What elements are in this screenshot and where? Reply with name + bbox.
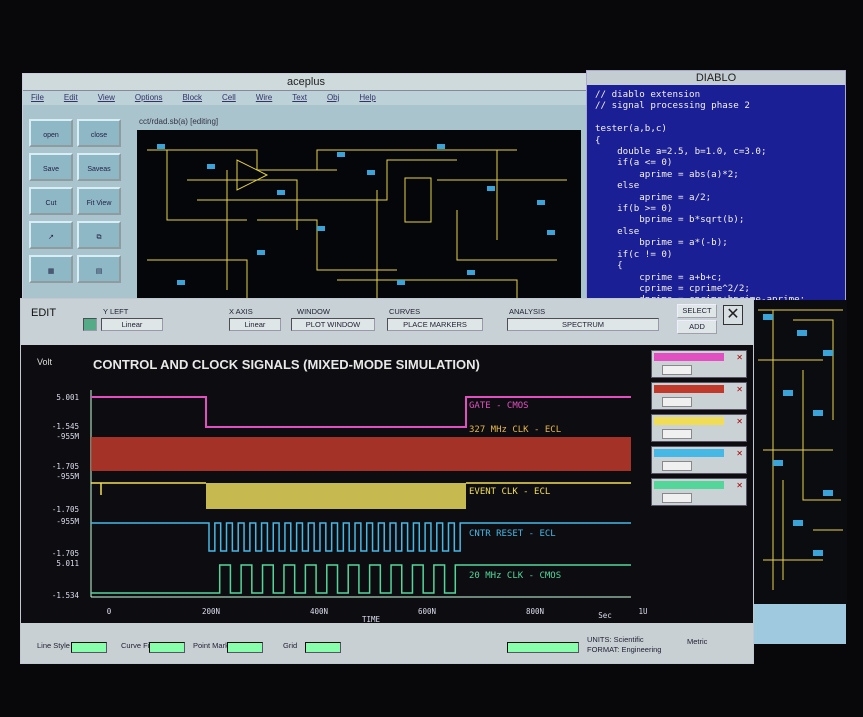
legend-item[interactable]: ✕	[651, 350, 747, 378]
menu-view[interactable]: View	[98, 91, 115, 105]
metric-label[interactable]: Metric	[687, 637, 707, 646]
x-tick: 200N	[201, 607, 221, 616]
arrow-tool-button[interactable]: ↗	[29, 221, 73, 249]
curves-label: CURVES	[389, 307, 421, 316]
close-icon[interactable]: ✕	[736, 449, 743, 458]
clk327-label: 327 MHz CLK - ECL	[469, 425, 562, 435]
close-icon[interactable]: ✕	[736, 353, 743, 362]
y-left-label: Y LEFT	[103, 307, 129, 316]
legend-value-box[interactable]	[662, 397, 692, 407]
legend-item[interactable]: ✕	[651, 414, 747, 442]
aceplus-toolbox: open close Save Saveas Cut Fit View ↗ ⧉ ▦ ▤	[27, 116, 131, 286]
menu-block[interactable]: Block	[182, 91, 202, 105]
diablo-window: DIABLO // diablo extension // signal pro…	[586, 70, 846, 305]
gate-waveform	[91, 396, 631, 428]
place-markers-button[interactable]: PLACE MARKERS	[387, 318, 483, 331]
copy-tool-button[interactable]: ⧉	[77, 221, 121, 249]
grid-label: Grid	[283, 641, 298, 650]
schematic-canvas[interactable]	[137, 130, 581, 310]
cntr-reset-label: CNTR RESET - ECL	[469, 529, 556, 539]
plot-toolbar: EDIT Y LEFT Linear X AXIS Linear WINDOW …	[21, 299, 753, 345]
line-style-label: Line Style	[37, 641, 70, 650]
menu-wire[interactable]: Wire	[256, 91, 272, 105]
event-waveform	[91, 482, 206, 495]
legend-value-box[interactable]	[662, 493, 692, 503]
analysis-label: ANALYSIS	[509, 307, 546, 316]
legend-item[interactable]: ✕	[651, 382, 747, 410]
y-left-select[interactable]: Linear	[101, 318, 163, 331]
curve-fit-swatch[interactable]	[149, 642, 185, 653]
code-editor[interactable]: // diablo extension // signal processing…	[587, 85, 845, 310]
line-style-swatch[interactable]	[71, 642, 107, 653]
edit-icon[interactable]	[83, 318, 97, 331]
file-path: cct/rdad.sb(a) [editing]	[139, 117, 219, 126]
x-tick: 400N	[309, 607, 329, 616]
schematic-drawing	[147, 144, 567, 300]
menu-file[interactable]: File	[31, 91, 44, 105]
delete-tool-button[interactable]: ▤	[77, 255, 121, 283]
format-label: FORMAT: Engineering	[587, 645, 662, 654]
select-button[interactable]: SELECT	[677, 304, 717, 318]
x-tick: 600N	[417, 607, 437, 616]
close-button[interactable]: close	[77, 119, 121, 147]
clk327-waveform	[91, 437, 631, 471]
waveform-window: EDIT Y LEFT Linear X AXIS Linear WINDOW …	[20, 298, 754, 664]
legend-value-box[interactable]	[662, 429, 692, 439]
point-marker-swatch[interactable]	[227, 642, 263, 653]
event-clk-label: EVENT CLK - ECL	[469, 487, 551, 497]
event-burst	[206, 483, 466, 509]
close-icon[interactable]: ✕	[736, 417, 743, 426]
edit-label: EDIT	[31, 307, 57, 319]
legend-item[interactable]: ✕	[651, 478, 747, 506]
menu-help[interactable]: Help	[359, 91, 375, 105]
legend-item[interactable]: ✕	[651, 446, 747, 474]
save-button[interactable]: Save	[29, 153, 73, 181]
plot-window-button[interactable]: PLOT WINDOW	[291, 318, 375, 331]
right-schematic[interactable]	[752, 300, 847, 604]
clk20-label: 20 MHz CLK - CMOS	[469, 571, 562, 581]
menu-edit[interactable]: Edit	[64, 91, 78, 105]
x-axis-select[interactable]: Linear	[229, 318, 281, 331]
units-swatch[interactable]	[507, 642, 579, 653]
x-tick: 1U	[638, 607, 648, 616]
aceplus-menu: File Edit View Options Block Cell Wire T…	[23, 91, 589, 105]
menu-obj[interactable]: Obj	[327, 91, 339, 105]
spectrum-button[interactable]: SPECTRUM	[507, 318, 659, 331]
close-icon[interactable]: ✕	[736, 385, 743, 394]
fit-view-button[interactable]: Fit View	[77, 187, 121, 215]
gate-label: GATE - CMOS	[469, 401, 529, 411]
curve-fit-label: Curve Fit	[121, 641, 152, 650]
open-button[interactable]: open	[29, 119, 73, 147]
curve-legend: ✕ ✕ ✕ ✕ ✕	[651, 350, 747, 510]
menu-cell[interactable]: Cell	[222, 91, 236, 105]
grid-tool-button[interactable]: ▦	[29, 255, 73, 283]
legend-value-box[interactable]	[662, 461, 692, 471]
plot-area: Volt CONTROL AND CLOCK SIGNALS (MIXED-MO…	[21, 345, 753, 624]
aceplus-title: aceplus	[23, 74, 589, 91]
right-panel-bar	[752, 604, 846, 644]
cut-button[interactable]: Cut	[29, 187, 73, 215]
x-tick: 800N	[525, 607, 545, 616]
saveas-button[interactable]: Saveas	[77, 153, 121, 181]
units-label: UNITS: Scientific	[587, 635, 644, 644]
menu-text[interactable]: Text	[292, 91, 307, 105]
x-axis-unit: Sec	[598, 611, 612, 620]
window-label: WINDOW	[297, 307, 330, 316]
add-button[interactable]: ADD	[677, 320, 717, 334]
diablo-title: DIABLO	[587, 71, 845, 85]
waveform-svg	[90, 390, 631, 598]
close-icon[interactable]: ✕	[723, 305, 743, 325]
close-icon[interactable]: ✕	[736, 481, 743, 490]
bottom-controls: Line Style Curve Fit Point Marker Grid U…	[21, 623, 753, 663]
grid-swatch[interactable]	[305, 642, 341, 653]
menu-options[interactable]: Options	[135, 91, 163, 105]
x-axis-label: X AXIS	[229, 307, 253, 316]
right-schematic-drawing	[758, 309, 843, 590]
legend-value-box[interactable]	[662, 365, 692, 375]
aceplus-window: aceplus File Edit View Options Block Cel…	[22, 73, 590, 315]
x-tick: 0	[106, 607, 112, 616]
